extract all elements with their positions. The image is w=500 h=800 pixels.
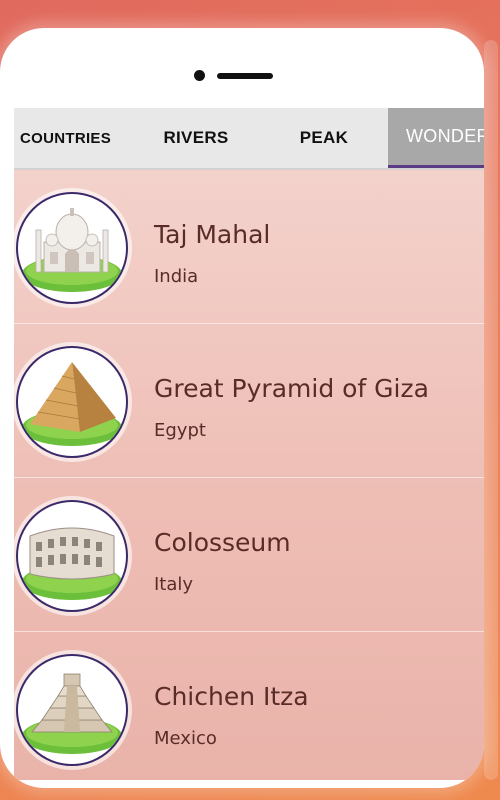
list-item[interactable]: Colosseum Italy	[14, 478, 484, 632]
wonder-name: Great Pyramid of Giza	[154, 374, 429, 403]
wonder-country: Mexico	[154, 728, 217, 749]
category-tabs: COUNTRIES RIVERS PEAK WONDERS	[14, 108, 484, 170]
wonder-country: Italy	[154, 574, 194, 595]
wonder-name: Chichen Itza	[154, 682, 309, 711]
colosseum-icon	[16, 500, 128, 612]
list-item[interactable]: Chichen Itza Mexico	[14, 632, 484, 780]
wonder-country: Egypt	[154, 420, 206, 441]
list-item[interactable]: Great Pyramid of Giza Egypt	[14, 324, 484, 478]
tab-wonders[interactable]: WONDERS	[388, 108, 484, 168]
list-item[interactable]: Taj Mahal India	[14, 170, 484, 324]
chichen-itza-icon	[16, 654, 128, 766]
phone-side-edge	[484, 40, 498, 780]
tab-countries[interactable]: COUNTRIES	[14, 108, 132, 168]
tab-peak[interactable]: PEAK	[260, 108, 388, 168]
app-screen: COUNTRIES RIVERS PEAK WONDERS	[14, 108, 484, 780]
phone-frame: COUNTRIES RIVERS PEAK WONDERS	[0, 28, 484, 788]
wonder-name: Colosseum	[154, 528, 291, 557]
tab-rivers[interactable]: RIVERS	[132, 108, 260, 168]
wonders-list: Taj Mahal India Great Pyramid of Giza Eg…	[14, 170, 484, 780]
wonder-name: Taj Mahal	[154, 220, 271, 249]
camera-dot	[194, 70, 205, 81]
taj-mahal-icon	[16, 192, 128, 304]
wonder-country: India	[154, 266, 199, 287]
speaker-grille	[217, 73, 273, 79]
pyramid-icon	[16, 346, 128, 458]
